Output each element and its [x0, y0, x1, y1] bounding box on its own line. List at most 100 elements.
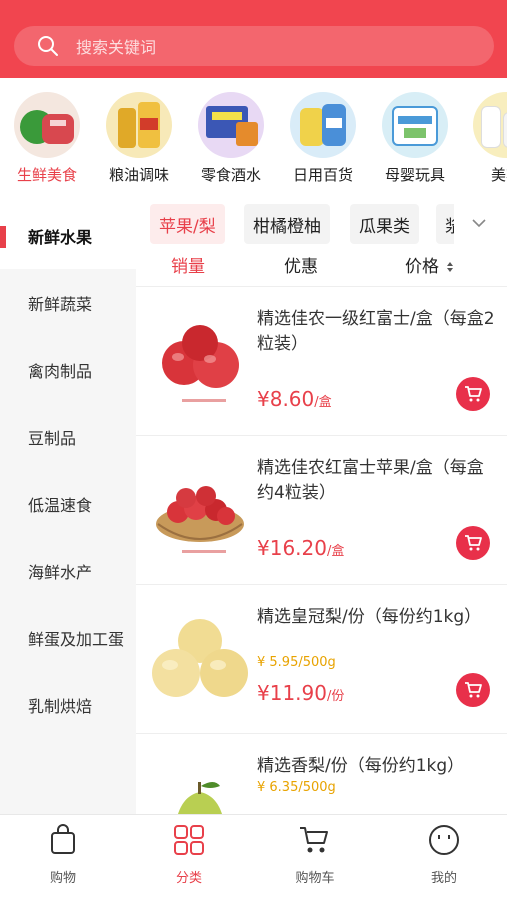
sort-sales[interactable]: 销量 [171, 252, 205, 277]
beauty-image [473, 92, 507, 158]
product-row[interactable]: 精选佳农红富士苹果/盒（每盒约4粒装） ¥16.20/盒 [136, 435, 507, 584]
product-row[interactable]: 精选香梨/份（每份约1kg） ¥ 6.35/500g [136, 733, 507, 814]
product-list: 精选佳农一级红富士/盒（每盒2粒装） ¥8.60/盒 精选佳农红富士苹果/盒（每… [136, 286, 507, 814]
tab-label: 我的 [430, 871, 457, 886]
cart-icon [465, 535, 482, 551]
sidebar-item-chilled-food[interactable]: 低温速食 [0, 470, 136, 537]
price-per: /盒 [314, 395, 332, 410]
sort-price[interactable]: 价格 [405, 252, 454, 277]
sidebar-item-label: 海鲜水产 [28, 562, 93, 582]
product-price: ¥8.60/盒 [257, 387, 332, 411]
cart-icon [300, 827, 328, 853]
tab-label: 购物 [49, 871, 76, 886]
sidebar-item-dairy-bakery[interactable]: 乳制烘焙 [0, 671, 136, 738]
sidebar-item-eggs[interactable]: 鲜蛋及加工蛋 [0, 604, 136, 671]
sidebar-item-label: 禽肉制品 [28, 361, 93, 381]
chip-apple-pear[interactable]: 苹果/梨 [150, 204, 225, 244]
tab-cart[interactable]: 购物车 [252, 823, 378, 886]
category-label: 生鲜美食 [16, 166, 77, 184]
red-apples-basket-image [156, 486, 244, 553]
chip-melons[interactable]: 瓜果类 [350, 204, 419, 244]
sidebar-item-fresh-vegetables[interactable]: 新鲜蔬菜 [0, 269, 136, 336]
category-oil-seasoning[interactable]: 粮油调味 [93, 92, 185, 185]
sidebar-item-tofu[interactable]: 豆制品 [0, 403, 136, 470]
product-name: 精选香梨/份（每份约1kg） [257, 756, 465, 776]
add-to-cart-button[interactable] [456, 377, 490, 411]
chip-label: 苹果/梨 [159, 216, 216, 237]
category-label: 母婴玩具 [384, 166, 445, 184]
category-daily-goods[interactable]: 日用百货 [277, 92, 369, 185]
tab-label: 购物车 [295, 871, 335, 886]
sort-label: 价格 [405, 257, 439, 277]
chip-label: 浆 [445, 216, 454, 237]
product-name: 精选佳农红富士苹果/盒（每盒约4粒装） [257, 458, 484, 503]
tab-shop[interactable]: 购物 [0, 823, 126, 886]
fresh-food-image [14, 92, 80, 158]
search-box[interactable]: 搜索关键词 [14, 26, 494, 66]
price-per: /份 [326, 689, 345, 704]
crown-pears-image [152, 619, 248, 697]
add-to-cart-button[interactable] [456, 673, 490, 707]
product-price: ¥11.90/份 [257, 681, 344, 705]
category-sidebar: 新鲜水果 新鲜蔬菜 禽肉制品 豆制品 低温速食 海鲜水产 鲜蛋及加工蛋 乳制烘焙 [0, 202, 136, 814]
unit-price: ¥ 6.35/500g [257, 780, 336, 795]
search-placeholder: 搜索关键词 [76, 38, 157, 57]
category-snacks-drinks[interactable]: 零食酒水 [185, 92, 277, 185]
bottom-tab-bar: 购物 分类 购物车 我的 [0, 814, 507, 900]
product-name: 精选皇冠梨/份（每份约1kg） [257, 607, 482, 627]
grid-icon [174, 825, 204, 855]
price-amount: ¥11.90 [257, 681, 327, 705]
category-beauty[interactable]: 美妆 [460, 92, 507, 185]
red-apples-pair-image [162, 325, 239, 402]
product-row[interactable]: 精选皇冠梨/份（每份约1kg） ¥ 5.95/500g ¥11.90/份 [136, 584, 507, 733]
tab-mine[interactable]: 我的 [381, 823, 507, 886]
sidebar-item-label: 豆制品 [28, 428, 77, 448]
product-row[interactable]: 精选佳农一级红富士/盒（每盒2粒装） ¥8.60/盒 [136, 286, 507, 435]
sidebar-item-label: 新鲜水果 [28, 227, 93, 247]
product-price: ¥16.20/盒 [257, 536, 344, 560]
smiley-icon [429, 825, 459, 855]
sort-arrows-icon [447, 262, 454, 272]
sidebar-item-seafood[interactable]: 海鲜水产 [0, 537, 136, 604]
sidebar-item-fresh-fruit[interactable]: 新鲜水果 [0, 202, 136, 269]
snacks-drinks-image [198, 92, 264, 158]
chevron-down-icon[interactable] [470, 214, 488, 232]
bag-icon [51, 824, 75, 854]
category-label: 美妆 [490, 166, 507, 184]
unit-price: ¥ 5.95/500g [257, 655, 336, 670]
price-amount: ¥8.60 [257, 387, 315, 411]
baby-toys-image [382, 92, 448, 158]
sidebar-item-poultry-meat[interactable]: 禽肉制品 [0, 336, 136, 403]
category-fresh-food[interactable]: 生鲜美食 [1, 92, 93, 185]
green-pear-image [178, 782, 222, 814]
sort-label: 优惠 [284, 257, 318, 277]
sort-label: 销量 [171, 257, 205, 277]
chip-label: 柑橘橙柚 [253, 216, 321, 237]
subcategory-chips: 苹果/梨 柑橘橙柚 瓜果类 浆 [146, 200, 454, 248]
oil-seasoning-image [106, 92, 172, 158]
header-bar: 搜索关键词 [0, 0, 507, 78]
category-label: 粮油调味 [108, 166, 169, 184]
sidebar-item-label: 新鲜蔬菜 [28, 294, 93, 314]
daily-goods-image [290, 92, 356, 158]
sort-promotion[interactable]: 优惠 [284, 252, 318, 277]
chip-berries[interactable]: 浆 [436, 204, 454, 244]
price-amount: ¥16.20 [257, 536, 327, 560]
cart-icon [465, 386, 482, 402]
sidebar-item-label: 鲜蛋及加工蛋 [28, 629, 125, 649]
sidebar-item-label: 乳制烘焙 [28, 696, 93, 716]
search-icon [38, 36, 58, 56]
product-name: 精选佳农一级红富士/盒（每盒2粒装） [257, 309, 495, 354]
category-label: 日用百货 [292, 166, 353, 184]
chip-citrus[interactable]: 柑橘橙柚 [244, 204, 330, 244]
category-label: 零食酒水 [200, 166, 261, 184]
category-strip: 生鲜美食 粮油调味 零食酒水 日用百货 母婴玩具 美 [0, 78, 507, 188]
price-per: /盒 [326, 544, 345, 559]
chip-label: 瓜果类 [359, 216, 410, 237]
tab-label: 分类 [175, 871, 202, 886]
tab-category[interactable]: 分类 [126, 823, 252, 886]
cart-icon [465, 682, 482, 698]
sidebar-item-label: 低温速食 [28, 495, 93, 515]
add-to-cart-button[interactable] [456, 526, 490, 560]
category-baby-toys[interactable]: 母婴玩具 [369, 92, 461, 185]
